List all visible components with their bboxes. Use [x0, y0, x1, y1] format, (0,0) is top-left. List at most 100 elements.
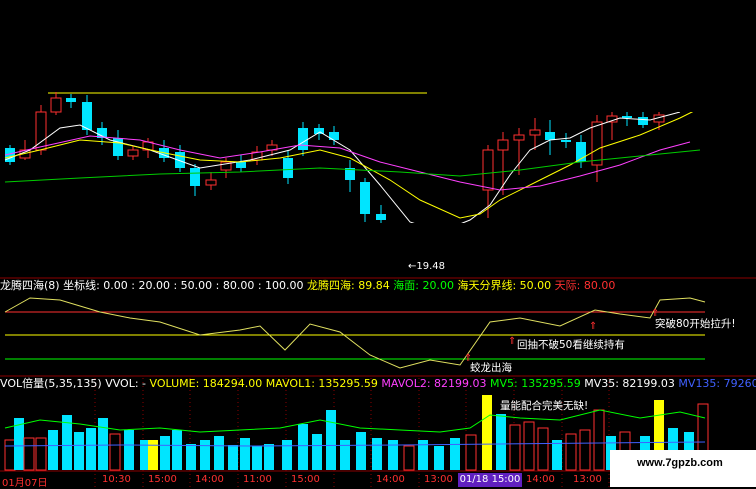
candle-body	[591, 121, 603, 166]
candle-body	[638, 117, 648, 125]
candle-body	[283, 158, 293, 178]
candle-body	[66, 98, 76, 102]
volume-bar	[74, 432, 84, 470]
up-arrow-icon: ⇑	[589, 321, 598, 332]
volume-annotation: 量能配合完美无缺!	[500, 400, 589, 412]
oscillator-line	[4, 297, 706, 369]
volume-bar	[23, 437, 35, 471]
volume-bar	[148, 440, 158, 470]
volume-bar	[434, 446, 444, 470]
low-price-marker: ←19.48	[408, 261, 446, 272]
mavol2-value: MAVOL2: 82199.03	[381, 377, 487, 390]
volume-bar	[356, 432, 366, 470]
watermark: www.7gpzb.com	[637, 457, 723, 469]
candle-body	[545, 132, 555, 140]
volume-bar	[124, 430, 134, 470]
moving-average-lines	[4, 107, 701, 233]
candle-body	[190, 168, 200, 186]
sky-value: 天际: 80.00	[554, 279, 616, 292]
time-label-highlight[interactable]: 01/18 15:00	[458, 473, 522, 487]
candle-body	[482, 149, 494, 191]
sea-value: 海面: 20.00	[393, 279, 454, 292]
volume-header: VOL倍量(5,35,135) VVOL: - VOLUME: 184294.0…	[0, 377, 756, 391]
volume-value: VOLUME: 184294.00	[149, 377, 263, 390]
volume-bar	[537, 427, 549, 471]
candle-body	[513, 134, 525, 141]
volume-bar	[109, 433, 121, 471]
volume-bar	[228, 445, 238, 470]
candle-body	[497, 139, 509, 151]
volume-bar	[593, 409, 605, 471]
volume-bar	[579, 429, 591, 471]
time-label: 13:00	[424, 474, 453, 485]
dragon-annotation: 蛟龙出海	[470, 362, 512, 374]
volume-bar	[264, 444, 274, 470]
candle-body	[360, 182, 370, 214]
volume-title[interactable]: VOL倍量(5,35,135)	[0, 377, 102, 390]
candle-body	[298, 128, 308, 150]
vvol-value: VVOL: -	[105, 377, 147, 390]
mask-bottom-center	[180, 223, 575, 263]
volume-bar	[552, 440, 562, 470]
volume-bar	[388, 440, 398, 470]
volume-bar	[312, 434, 322, 470]
volume-bar	[160, 436, 170, 470]
volume-bar	[214, 436, 224, 470]
candle-body	[376, 214, 386, 220]
volume-bar	[240, 438, 250, 470]
volume-bar	[403, 445, 415, 471]
ma-line	[4, 135, 691, 191]
time-label: 15:00	[148, 474, 177, 485]
volume-bar	[496, 414, 506, 470]
indicator-title[interactable]: 龙腾四海(8)	[0, 279, 60, 292]
time-label: 15:00	[291, 474, 320, 485]
time-label: 10:30	[102, 474, 131, 485]
mavol1-value: MAVOL1: 135295.59	[265, 377, 378, 390]
volume-bar	[282, 440, 292, 470]
volume-bar	[4, 439, 16, 471]
volume-bar	[98, 418, 108, 470]
volume-bar	[252, 446, 262, 470]
volume-bar	[86, 428, 96, 470]
volume-bar	[523, 421, 535, 471]
candle-body	[205, 179, 217, 186]
pullback-annotation: 回抽不破50看继续持有	[517, 339, 625, 351]
volume-bar	[298, 424, 308, 470]
up-arrow-icon: ⇑	[651, 308, 660, 319]
volume-bar	[340, 440, 350, 470]
dragon-value: 龙腾四海: 89.84	[307, 279, 390, 292]
boundary-value: 海天分界线: 50.00	[457, 279, 552, 292]
volume-bar	[372, 438, 382, 470]
volume-bar	[48, 430, 58, 470]
axis-lines-label: 坐标线: 0.00 : 20.00 : 50.00 : 80.00 : 100.…	[63, 279, 304, 292]
time-label: 14:00	[376, 474, 405, 485]
volume-bar	[326, 410, 336, 470]
candle-body	[622, 116, 632, 118]
up-arrow-icon: ⇑	[508, 336, 517, 347]
breakout-annotation: 突破80开始拉升!	[655, 318, 736, 330]
time-label: 13:00	[573, 474, 602, 485]
mv35-value: MV35: 82199.03	[584, 377, 675, 390]
candle-body	[127, 149, 139, 157]
time-label: 11:00	[243, 474, 272, 485]
volume-bar	[450, 438, 460, 470]
candle-body	[529, 129, 541, 136]
volume-bar	[465, 434, 477, 471]
up-arrow-icon: ⇑	[464, 353, 473, 364]
time-label: 14:00	[526, 474, 555, 485]
volume-bar	[509, 424, 521, 471]
volume-bar	[186, 444, 196, 470]
time-label: 14:00	[195, 474, 224, 485]
indicator-header: 龙腾四海(8) 坐标线: 0.00 : 20.00 : 50.00 : 80.0…	[0, 279, 615, 293]
volume-bar	[565, 433, 577, 471]
volume-bar	[200, 440, 210, 470]
volume-bar	[482, 395, 492, 470]
volume-bar	[172, 430, 182, 470]
candle-body	[50, 97, 62, 113]
mv135-value: MV135: 79260.29	[678, 377, 756, 390]
volume-bars	[4, 395, 709, 471]
candle-body	[82, 102, 92, 130]
candle-body	[236, 162, 246, 168]
candle-body	[561, 140, 571, 142]
volume-bar	[35, 437, 47, 471]
